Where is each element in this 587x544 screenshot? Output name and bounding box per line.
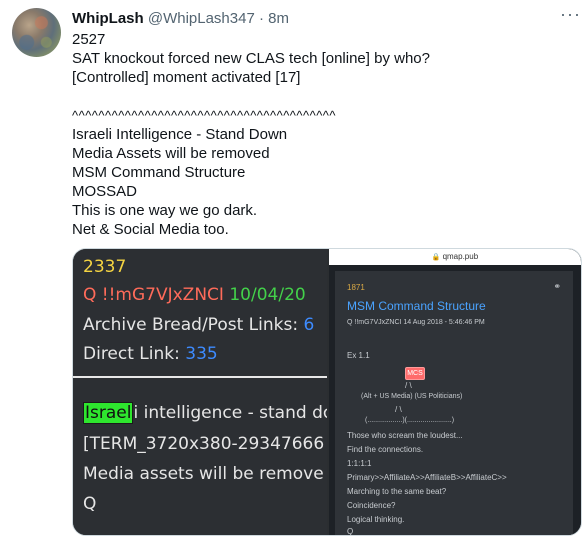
tweet-line: [Controlled] moment activated [17] (72, 69, 301, 86)
tweet-line: MSM Command Structure (72, 164, 246, 181)
tweet-media[interactable]: 2337 Q !!mG7VJxZNCI 10/04/20 Archive Bre… (72, 248, 582, 536)
url-text: qmap.pub (442, 252, 479, 261)
archive-link: 6 (303, 315, 315, 335)
card-body-line: Q (347, 527, 354, 536)
tree-tier2: (Alt + US Media) (US Politicians) (361, 393, 463, 400)
display-name[interactable]: WhipLash (72, 10, 144, 27)
direct-link-row: Direct Link: 335 (83, 344, 218, 364)
share-icon: ⚭ (553, 281, 561, 291)
post-line-1-text: i intelligence - stand do (133, 403, 327, 423)
lock-icon: 🔒 (431, 254, 441, 261)
tripcode: !!mG7VJxZNCI (101, 285, 224, 305)
card-body-line: Find the connections. (347, 445, 424, 454)
tweet-line: ^^^^^^^^^^^^^^^^^^^^^^^^^^^^^^^^^^^^^^^^ (72, 108, 337, 123)
tweet-line: Media Assets will be removed (72, 145, 270, 162)
post-line-4: Q (83, 494, 97, 514)
user-handle[interactable]: @WhipLash347 (148, 10, 255, 27)
post-date: 10/04/20 (229, 285, 306, 305)
archive-label: Archive Bread/Post Links: (83, 315, 299, 335)
card-body-line: 1:1:1:1 (347, 459, 372, 468)
tweet-line: This is one way we go dark. (72, 202, 258, 219)
more-options-icon[interactable]: ··· (560, 4, 581, 25)
tweet-body: 2527 SAT knockout forced new CLAS tech [… (72, 30, 430, 239)
archive-links-row: Archive Bread/Post Links: 6 (83, 315, 314, 335)
card-ex: Ex 1.1 (347, 351, 370, 360)
post-number: 2337 (83, 257, 127, 277)
tweet-line: MOSSAD (72, 183, 138, 200)
media-image-right[interactable]: 🔒 qmap.pub 1871 ⚭ MSM Command Structure Q… (329, 249, 581, 535)
direct-link: 335 (185, 344, 218, 364)
url-bar: 🔒 qmap.pub (329, 249, 581, 265)
card-title: MSM Command Structure (347, 299, 486, 313)
tweet-line: Israeli Intelligence - Stand Down (72, 126, 288, 143)
divider (73, 376, 327, 378)
tweet-line: Net & Social Media too. (72, 221, 229, 238)
q-label: Q (83, 285, 97, 305)
card-body-line: Logical thinking. (347, 515, 405, 524)
post-line-3: Media assets will be remove (83, 464, 324, 484)
tree-tier3: (..................)(...................… (365, 417, 455, 424)
post-card: 1871 ⚭ MSM Command Structure Q !!mG7VJxZ… (335, 271, 573, 535)
post-signature: Q !!mG7VJxZNCI 10/04/20 (83, 285, 306, 305)
mcs-badge: MCS (405, 367, 425, 380)
tweet-line: SAT knockout forced new CLAS tech [onlin… (72, 50, 430, 67)
tweet-timestamp[interactable]: 8m (268, 10, 289, 27)
direct-label: Direct Link: (83, 344, 180, 364)
card-body-line: Coincidence? (347, 501, 396, 510)
separator-dot: · (258, 10, 264, 27)
card-body-line: Primary>>AffiliateA>>AffiliateB>>Affilia… (347, 473, 507, 482)
tweet-line: 2527 (72, 31, 106, 48)
avatar[interactable] (12, 8, 61, 57)
tree-slash2: / \ (395, 405, 402, 414)
tweet-header: WhipLash @WhipLash347 · 8m (72, 10, 289, 27)
highlighted-word: Israel (83, 402, 134, 424)
post-line-2: [TERM_3720x380-29347666 (83, 434, 325, 454)
card-body-line: Those who scream the loudest... (347, 431, 463, 440)
card-post-number: 1871 (347, 283, 365, 292)
post-line-1: Israel i intelligence - stand do (83, 402, 327, 424)
tree-slashes: / \ (405, 381, 412, 390)
card-meta: Q !!mG7VJxZNCI 14 Aug 2018 - 5:46:46 PM (347, 319, 485, 326)
media-image-left[interactable]: 2337 Q !!mG7VJxZNCI 10/04/20 Archive Bre… (73, 249, 327, 535)
card-body-line: Marching to the same beat? (347, 487, 447, 496)
tweet-line (72, 87, 430, 106)
